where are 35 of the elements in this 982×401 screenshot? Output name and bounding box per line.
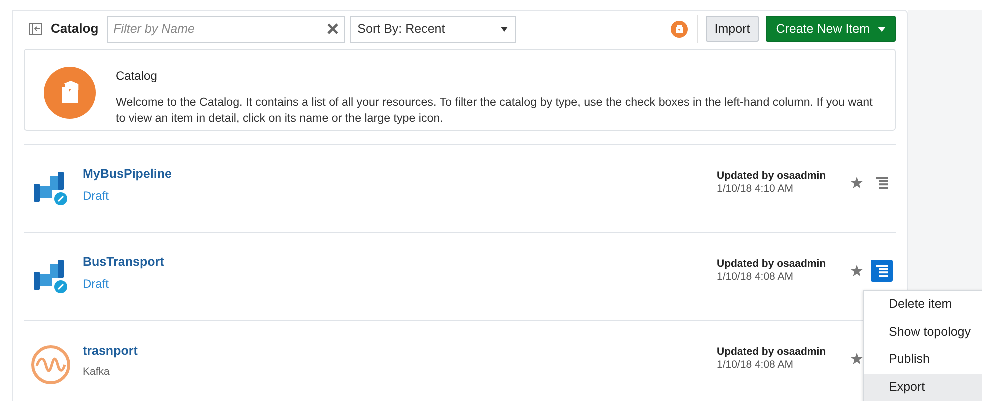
menu-item[interactable]: Delete item bbox=[864, 291, 982, 318]
item-status: Kafka bbox=[83, 364, 111, 380]
catalog-icon bbox=[44, 67, 96, 119]
catalog-icon[interactable] bbox=[670, 20, 688, 38]
item-name-link[interactable]: trasnport bbox=[83, 344, 138, 358]
updated-time: 1/10/18 4:10 AM bbox=[717, 182, 794, 195]
caret-icon bbox=[878, 26, 886, 32]
menu-item[interactable]: Export bbox=[864, 374, 982, 401]
sort-dropdown[interactable]: Sort By: Recent bbox=[350, 16, 516, 42]
clear-icon[interactable] bbox=[326, 23, 339, 35]
item-status: Draft bbox=[83, 188, 110, 206]
filter-field[interactable]: Filter by Name bbox=[106, 16, 345, 42]
star-icon[interactable] bbox=[851, 264, 863, 276]
updated-by: Updated by osaadmin bbox=[717, 346, 828, 358]
updated-time: 1/10/18 4:08 AM bbox=[717, 270, 794, 283]
updated-by: Updated by osaadmin bbox=[717, 170, 828, 182]
import-button[interactable]: Import bbox=[706, 16, 760, 42]
info-text: Welcome to the Catalog. It contains a list of all your resources. To filter the catalog by type, use the check boxes in the left-hand column. If you want to view an item in detail, click on its name or the large type icon. bbox=[116, 95, 874, 128]
menu-item[interactable]: Show topology bbox=[864, 318, 982, 346]
create-new-item-button[interactable]: Create New Item bbox=[766, 16, 896, 42]
menu-icon bbox=[876, 264, 888, 276]
item-name-link[interactable]: MyBusPipeline bbox=[83, 166, 172, 181]
catalog-title: Catalog bbox=[51, 20, 99, 38]
sidebar-toggle-icon[interactable] bbox=[29, 23, 42, 35]
caret-icon bbox=[500, 26, 508, 32]
item-status: Draft bbox=[83, 276, 110, 294]
star-icon[interactable] bbox=[851, 352, 863, 364]
info-title: Catalog bbox=[116, 68, 158, 85]
actions-menu-button[interactable] bbox=[871, 260, 893, 282]
updated-by: Updated by osaadmin bbox=[717, 258, 828, 270]
updated-time: 1/10/18 4:08 AM bbox=[717, 358, 794, 371]
menu-icon bbox=[876, 176, 888, 188]
menu-item[interactable]: Publish bbox=[864, 346, 982, 374]
star-icon[interactable] bbox=[851, 176, 863, 188]
item-name-link[interactable]: BusTransport bbox=[83, 254, 164, 269]
